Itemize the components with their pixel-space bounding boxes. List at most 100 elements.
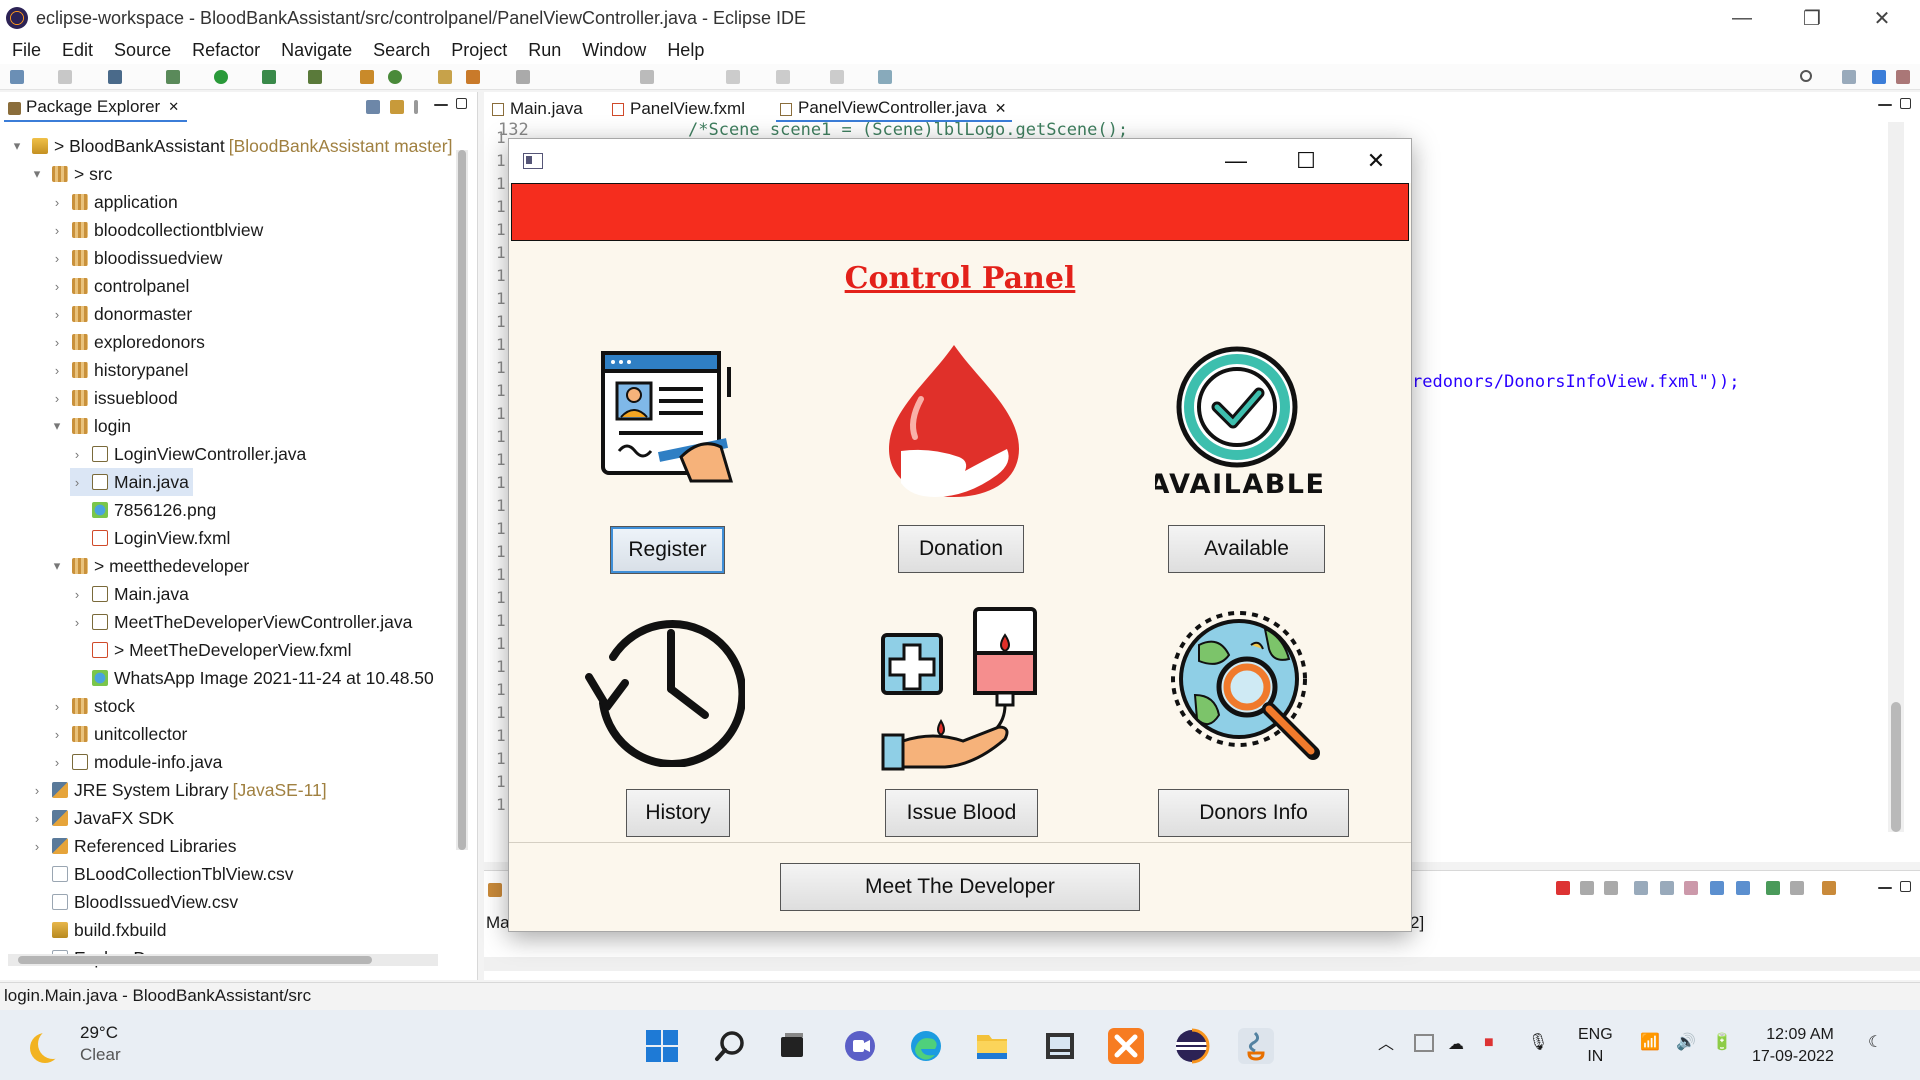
pin-console-icon[interactable] <box>1710 881 1724 895</box>
tree-item[interactable]: › bloodcollectiontblview <box>50 216 267 244</box>
meet-the-developer-button[interactable]: Meet The Developer <box>780 863 1140 911</box>
new-java-project-icon[interactable] <box>360 70 374 84</box>
tree-item[interactable]: › Referenced Libraries <box>30 832 240 860</box>
history-clock-icon[interactable] <box>585 607 745 767</box>
chevron-right-icon[interactable]: › <box>70 615 84 630</box>
maximize-console-icon[interactable] <box>1900 881 1911 892</box>
external-tools-icon[interactable] <box>308 70 322 84</box>
history-button[interactable]: History <box>626 789 730 837</box>
search-tool-icon[interactable] <box>466 70 480 84</box>
code-line[interactable]: /*Scene scene1 = (Scene)lblLogo.getScene… <box>688 120 1128 140</box>
console-tab-fragment[interactable]: Ma <box>486 913 510 933</box>
annotation-icon[interactable] <box>516 70 530 84</box>
link-editor-icon[interactable] <box>390 100 404 114</box>
show-console-icon[interactable] <box>1684 881 1698 895</box>
menu-project[interactable]: Project <box>451 40 507 61</box>
tree-item[interactable]: > MeetTheDeveloperView.fxml <box>70 636 356 664</box>
tree-item[interactable]: › donormaster <box>50 300 196 328</box>
minimize-console-icon[interactable] <box>1878 887 1892 889</box>
menu-refactor[interactable]: Refactor <box>192 40 260 61</box>
new-icon[interactable] <box>10 70 24 84</box>
tree-item[interactable]: › Main.java <box>70 468 193 496</box>
close-button[interactable]: ✕ <box>1852 0 1912 36</box>
control-panel-titlebar[interactable]: — ☐ ✕ <box>509 139 1411 183</box>
open-type-icon[interactable] <box>438 70 452 84</box>
console-menu-icon[interactable] <box>1790 881 1804 895</box>
display-console-icon[interactable] <box>1736 881 1750 895</box>
available-button[interactable]: Available <box>1168 525 1325 573</box>
coverage-icon[interactable] <box>262 70 276 84</box>
donors-globe-search-icon[interactable] <box>1165 605 1335 775</box>
minimize-editor-icon[interactable] <box>1878 104 1892 106</box>
chevron-right-icon[interactable]: › <box>50 727 64 742</box>
next-annotation-icon[interactable] <box>640 70 654 84</box>
chevron-right-icon[interactable]: › <box>50 251 64 266</box>
chevron-right-icon[interactable]: › <box>30 783 44 798</box>
minimize-button[interactable]: — <box>1712 0 1772 36</box>
tree-item[interactable]: › exploredonors <box>50 328 209 356</box>
donors-info-button[interactable]: Donors Info <box>1158 789 1349 837</box>
device-icon[interactable] <box>1414 1034 1434 1052</box>
app-maximize-button[interactable]: ☐ <box>1271 139 1341 183</box>
terminate-icon[interactable] <box>1556 881 1570 895</box>
tree-item[interactable]: › MeetTheDeveloperViewController.java <box>70 608 416 636</box>
register-form-icon[interactable] <box>599 347 739 497</box>
chevron-down-icon[interactable]: ▾ <box>50 418 64 434</box>
word-wrap-icon[interactable] <box>1660 881 1674 895</box>
tree-item[interactable]: › stock <box>50 692 139 720</box>
debug-perspective-icon[interactable] <box>1896 70 1910 84</box>
remove-launch-icon[interactable] <box>1580 881 1594 895</box>
tree-item[interactable]: ▾ > meetthedeveloper <box>50 552 253 580</box>
minimize-view-icon[interactable] <box>434 104 448 106</box>
edge-browser-icon[interactable] <box>908 1028 944 1064</box>
editor-vertical-scrollbar[interactable] <box>1888 122 1904 832</box>
open-perspective-icon[interactable] <box>1842 70 1856 84</box>
menu-window[interactable]: Window <box>582 40 646 61</box>
new-console-icon[interactable] <box>1822 881 1836 895</box>
show-hidden-icons-icon[interactable]: ︿ <box>1378 1034 1394 1056</box>
tree-item[interactable]: › JRE System Library [JavaSE-11] <box>30 776 327 804</box>
chevron-right-icon[interactable]: › <box>30 811 44 826</box>
tree-item[interactable]: build.fxbuild <box>30 916 170 944</box>
menu-search[interactable]: Search <box>373 40 430 61</box>
chevron-right-icon[interactable]: › <box>30 839 44 854</box>
chevron-right-icon[interactable]: › <box>50 279 64 294</box>
tree-item[interactable]: BloodIssuedView.csv <box>30 888 242 916</box>
chevron-down-icon[interactable]: ▾ <box>50 558 64 574</box>
forward-history-icon[interactable] <box>830 70 844 84</box>
restore-button[interactable]: ❐ <box>1782 0 1842 36</box>
wifi-icon[interactable]: 📶 <box>1640 1032 1660 1054</box>
chevron-right-icon[interactable]: › <box>50 223 64 238</box>
tab-panelviewcontroller-java[interactable]: PanelViewController.java ✕ <box>776 96 1013 122</box>
menu-run[interactable]: Run <box>528 40 561 61</box>
debug-icon[interactable] <box>166 70 180 84</box>
view-menu-icon[interactable] <box>414 100 418 114</box>
photos-app-icon[interactable] <box>1042 1028 1078 1064</box>
chevron-right-icon[interactable]: › <box>50 307 64 322</box>
tree-item[interactable]: › LoginViewController.java <box>70 440 310 468</box>
menu-source[interactable]: Source <box>114 40 171 61</box>
task-view-icon[interactable] <box>774 1028 810 1064</box>
maximize-editor-icon[interactable] <box>1900 98 1911 109</box>
open-console-icon[interactable] <box>1766 881 1780 895</box>
chevron-right-icon[interactable]: › <box>50 391 64 406</box>
chevron-right-icon[interactable]: › <box>50 363 64 378</box>
tree-item[interactable]: › Main.java <box>70 580 193 608</box>
onedrive-icon[interactable]: ☁ <box>1448 1034 1464 1056</box>
app-close-button[interactable]: ✕ <box>1341 139 1411 183</box>
chevron-right-icon[interactable]: › <box>70 475 84 490</box>
code-line[interactable]: redonors/DonorsInfoView.fxml")); <box>1412 372 1740 392</box>
tree-item[interactable]: › JavaFX SDK <box>30 804 178 832</box>
tree-item[interactable]: ▾ login <box>50 412 135 440</box>
tree-vertical-scrollbar[interactable] <box>456 150 468 850</box>
tree-item[interactable]: › module-info.java <box>50 748 226 776</box>
file-explorer-icon[interactable] <box>974 1028 1010 1064</box>
clock[interactable]: 12:09 AM 17-09-2022 <box>1752 1024 1834 1068</box>
issue-blood-button[interactable]: Issue Blood <box>885 789 1038 837</box>
terminal-icon[interactable] <box>108 70 122 84</box>
tree-item[interactable]: 7856126.png <box>70 496 220 524</box>
close-tab-icon[interactable]: ✕ <box>168 99 179 115</box>
donation-button[interactable]: Donation <box>898 525 1024 573</box>
xampp-icon[interactable] <box>1108 1028 1144 1064</box>
app-minimize-button[interactable]: — <box>1201 139 1271 183</box>
